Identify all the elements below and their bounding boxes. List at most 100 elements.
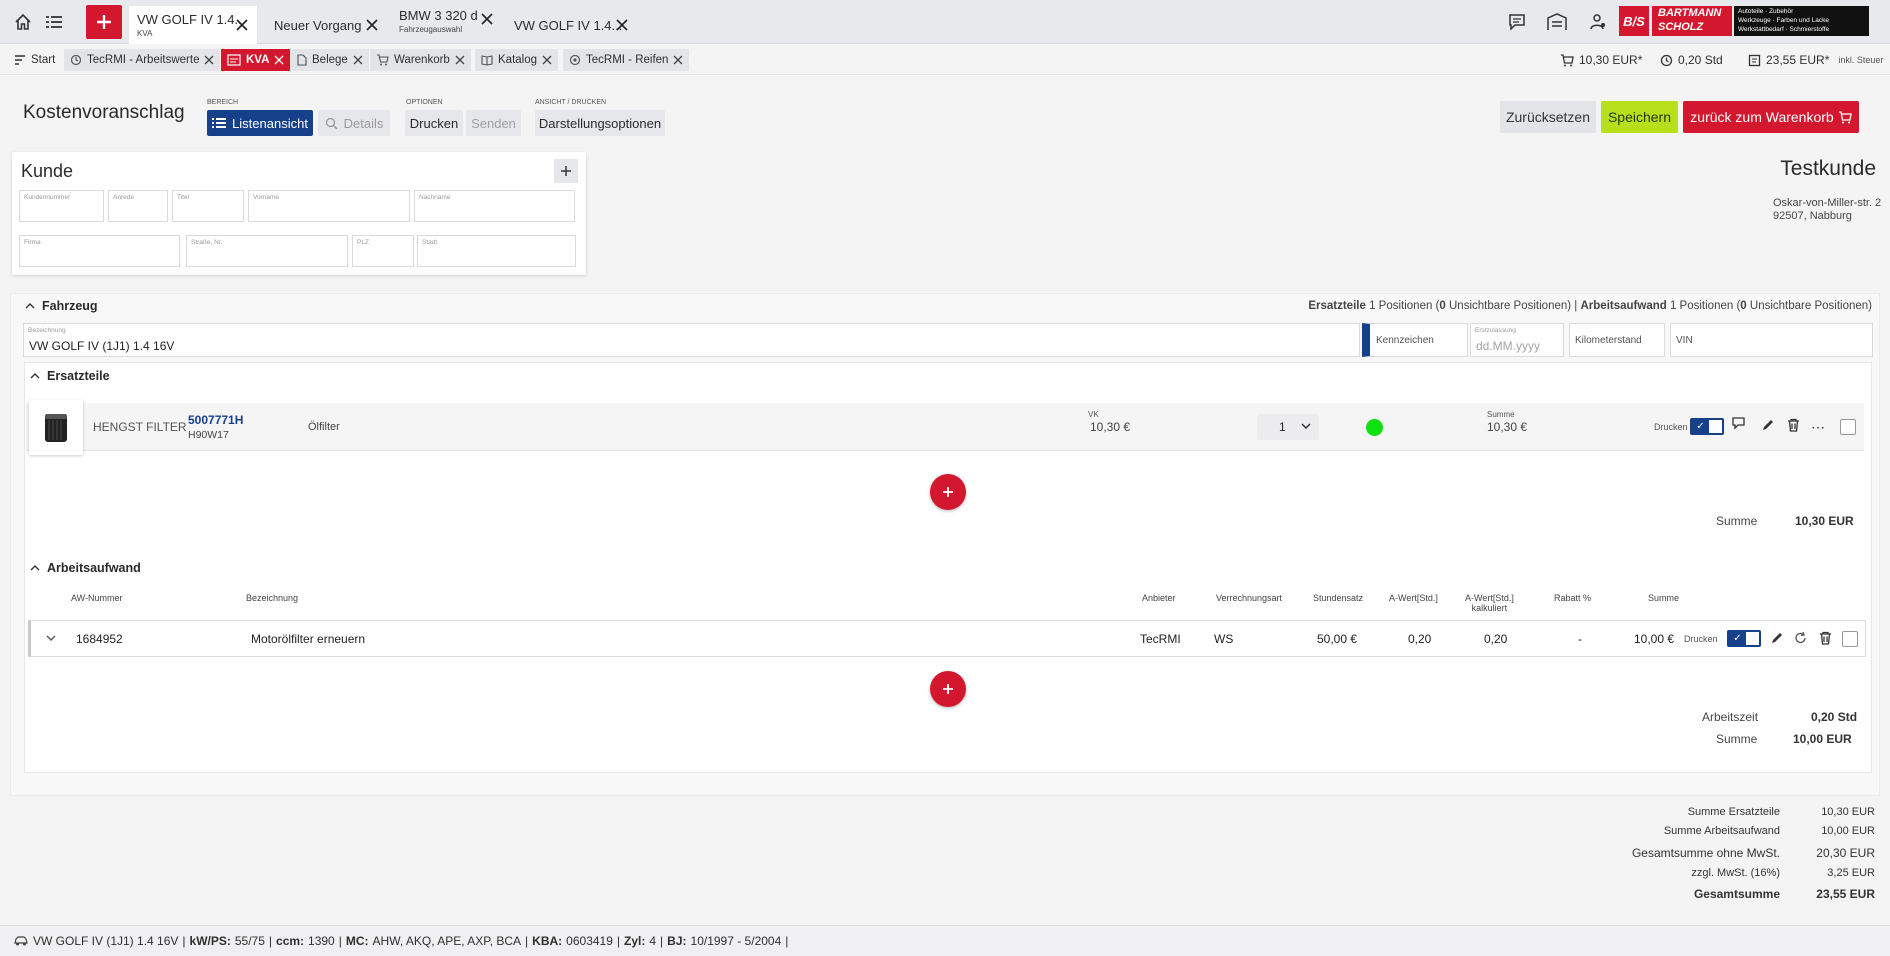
add-part-button[interactable]	[930, 474, 966, 510]
part-number-link[interactable]: 5007771H	[188, 413, 243, 427]
close-icon[interactable]	[542, 55, 552, 65]
chat-icon[interactable]	[1505, 10, 1529, 34]
add-customer-button[interactable]	[554, 159, 578, 183]
cart-total-value: 10,30 EUR*	[1579, 53, 1643, 67]
vehicle-heading[interactable]: Fahrzeug	[25, 299, 98, 313]
parts-heading[interactable]: Ersatzteile	[30, 369, 110, 383]
tab-label: TecRMI - Arbeitswerte	[87, 54, 200, 66]
new-process-button[interactable]	[86, 5, 122, 39]
tab-tecrmi-arbeitswerte[interactable]: TecRMI - Arbeitswerte	[64, 49, 221, 71]
close-icon[interactable]	[365, 18, 379, 32]
col-hourly-rate: Stundensatz	[1313, 593, 1364, 603]
tab-warenkorb[interactable]: Warenkorb	[370, 49, 471, 71]
edit-icon[interactable]	[1761, 418, 1775, 432]
work-sum: 10,00 €	[1634, 632, 1675, 646]
time-total[interactable]: 0,20 Std	[1660, 53, 1723, 67]
work-select-checkbox[interactable]	[1842, 631, 1858, 647]
company-field[interactable]: Firma	[19, 235, 180, 267]
part-description: Ölfilter	[308, 421, 340, 433]
tab-label: Warenkorb	[394, 54, 450, 66]
cart-total[interactable]: 10,30 EUR*	[1560, 53, 1642, 67]
work-row[interactable]: 1684952 Motorölfilter erneuern TecRMI WS…	[28, 620, 1866, 657]
footer-ccm: 1390	[308, 934, 335, 948]
tab-katalog[interactable]: Katalog	[475, 49, 559, 71]
salutation-field[interactable]: Anrede	[108, 190, 168, 222]
search-icon	[325, 117, 338, 130]
tab-belege[interactable]: Belege	[290, 49, 369, 71]
registration-date-field[interactable]: Erstzulassung dd.MM.yyyy	[1470, 323, 1564, 357]
close-icon[interactable]	[673, 55, 683, 65]
work-heading-label: Arbeitsaufwand	[47, 561, 141, 575]
work-total: 10,00 EUR	[1793, 732, 1852, 746]
tab-tecrmi-reifen[interactable]: TecRMI - Reifen	[563, 49, 690, 71]
close-icon[interactable]	[480, 12, 494, 26]
oil-filter-thumbnail[interactable]	[29, 400, 83, 455]
close-icon[interactable]	[353, 55, 363, 65]
sum-vat-value: 3,25 EUR	[1827, 867, 1875, 879]
quantity-select[interactable]: 1	[1257, 414, 1319, 440]
vehicle-tab-1[interactable]: VW GOLF IV 1.4... KVA	[129, 6, 257, 44]
summary-parts-count: 1 Positionen (	[1369, 300, 1440, 312]
home-icon[interactable]	[11, 10, 35, 34]
close-icon[interactable]	[274, 55, 284, 65]
display-options-button[interactable]: Darstellungsoptionen	[535, 110, 665, 136]
reset-button[interactable]: Zurücksetzen	[1500, 101, 1596, 133]
reset-icon[interactable]	[1794, 631, 1808, 645]
sum-parts-value: 10,30 EUR	[1821, 806, 1875, 818]
tab-kva[interactable]: KVA	[221, 49, 291, 71]
vehicle-description-field[interactable]: Bezeichnung VW GOLF IV (1J1) 1.4 16V	[23, 323, 1360, 357]
delete-icon[interactable]	[1819, 631, 1832, 645]
tab-label: Start	[31, 54, 56, 66]
customer-number-field[interactable]: Kundennummer	[19, 190, 104, 222]
vin-field[interactable]: VIN	[1670, 323, 1873, 357]
field-label: Kundennummer	[24, 194, 71, 201]
quantity-value: 1	[1279, 420, 1286, 434]
details-view-button[interactable]: Details	[318, 110, 390, 136]
close-icon[interactable]	[204, 55, 214, 65]
zip-field[interactable]: PLZ	[352, 235, 414, 267]
close-icon[interactable]	[615, 18, 629, 32]
tab-start[interactable]: Start	[8, 49, 61, 71]
save-button[interactable]: Speichern	[1601, 101, 1678, 133]
part-select-checkbox[interactable]	[1840, 419, 1856, 435]
more-options-icon[interactable]: ⋯	[1811, 419, 1826, 436]
edit-icon[interactable]	[1770, 631, 1784, 645]
vehicle-tab-2[interactable]: Neuer Vorgang	[266, 6, 381, 44]
list-view-button[interactable]: Listenansicht	[207, 110, 313, 136]
vehicle-tab-3[interactable]: BMW 3 320 d Fahrzeugauswahl	[391, 2, 496, 40]
last-name-field[interactable]: Nachname	[414, 190, 575, 222]
kva-icon	[227, 54, 241, 66]
grand-total[interactable]: 23,55 EUR* inkl. Steuer	[1748, 53, 1883, 67]
availability-status-icon[interactable]	[1366, 419, 1383, 436]
print-toggle[interactable]: ✓	[1727, 630, 1761, 647]
workshop-icon[interactable]	[1545, 10, 1569, 34]
vehicle-tab-4[interactable]: VW GOLF IV 1.4...	[506, 6, 631, 44]
registration-date-placeholder: dd.MM.yyyy	[1476, 339, 1541, 353]
user-settings-icon[interactable]	[1586, 10, 1610, 34]
module-tab-bar: Start TecRMI - Arbeitswerte KVA Belege W…	[0, 44, 1890, 75]
street-field[interactable]: Straße, Nr.	[186, 235, 348, 267]
mileage-field[interactable]: Kilometerstand	[1569, 323, 1665, 357]
city-field[interactable]: Stadt	[417, 235, 576, 267]
clock-icon	[1660, 54, 1673, 67]
back-to-cart-button[interactable]: zurück zum Warenkorb	[1683, 101, 1859, 133]
footer-zyl-label: Zyl:	[624, 934, 646, 948]
first-name-field[interactable]: Vorname	[248, 190, 410, 222]
comment-icon[interactable]	[1732, 417, 1746, 430]
close-icon[interactable]	[235, 18, 249, 32]
send-button[interactable]: Senden	[466, 110, 521, 136]
print-toggle[interactable]: ✓	[1690, 418, 1724, 435]
sum-net-label: Gesamtsumme ohne MwSt.	[1631, 846, 1780, 860]
title-field[interactable]: Titel	[172, 190, 244, 222]
list-menu-icon[interactable]	[42, 10, 66, 34]
footer-zyl: 4	[649, 934, 657, 948]
close-icon[interactable]	[455, 55, 465, 65]
license-plate-field[interactable]: Kennzeichen	[1362, 323, 1468, 357]
chevron-down-icon[interactable]	[46, 635, 56, 642]
add-work-button[interactable]	[930, 671, 966, 707]
footer-ccm-label: ccm:	[276, 934, 305, 948]
delete-icon[interactable]	[1787, 418, 1800, 432]
work-heading[interactable]: Arbeitsaufwand	[30, 561, 141, 575]
print-button[interactable]: Drucken	[405, 110, 463, 136]
part-row[interactable]: HENGST FILTER 5007771H H90W17 Ölfilter V…	[26, 400, 1864, 455]
